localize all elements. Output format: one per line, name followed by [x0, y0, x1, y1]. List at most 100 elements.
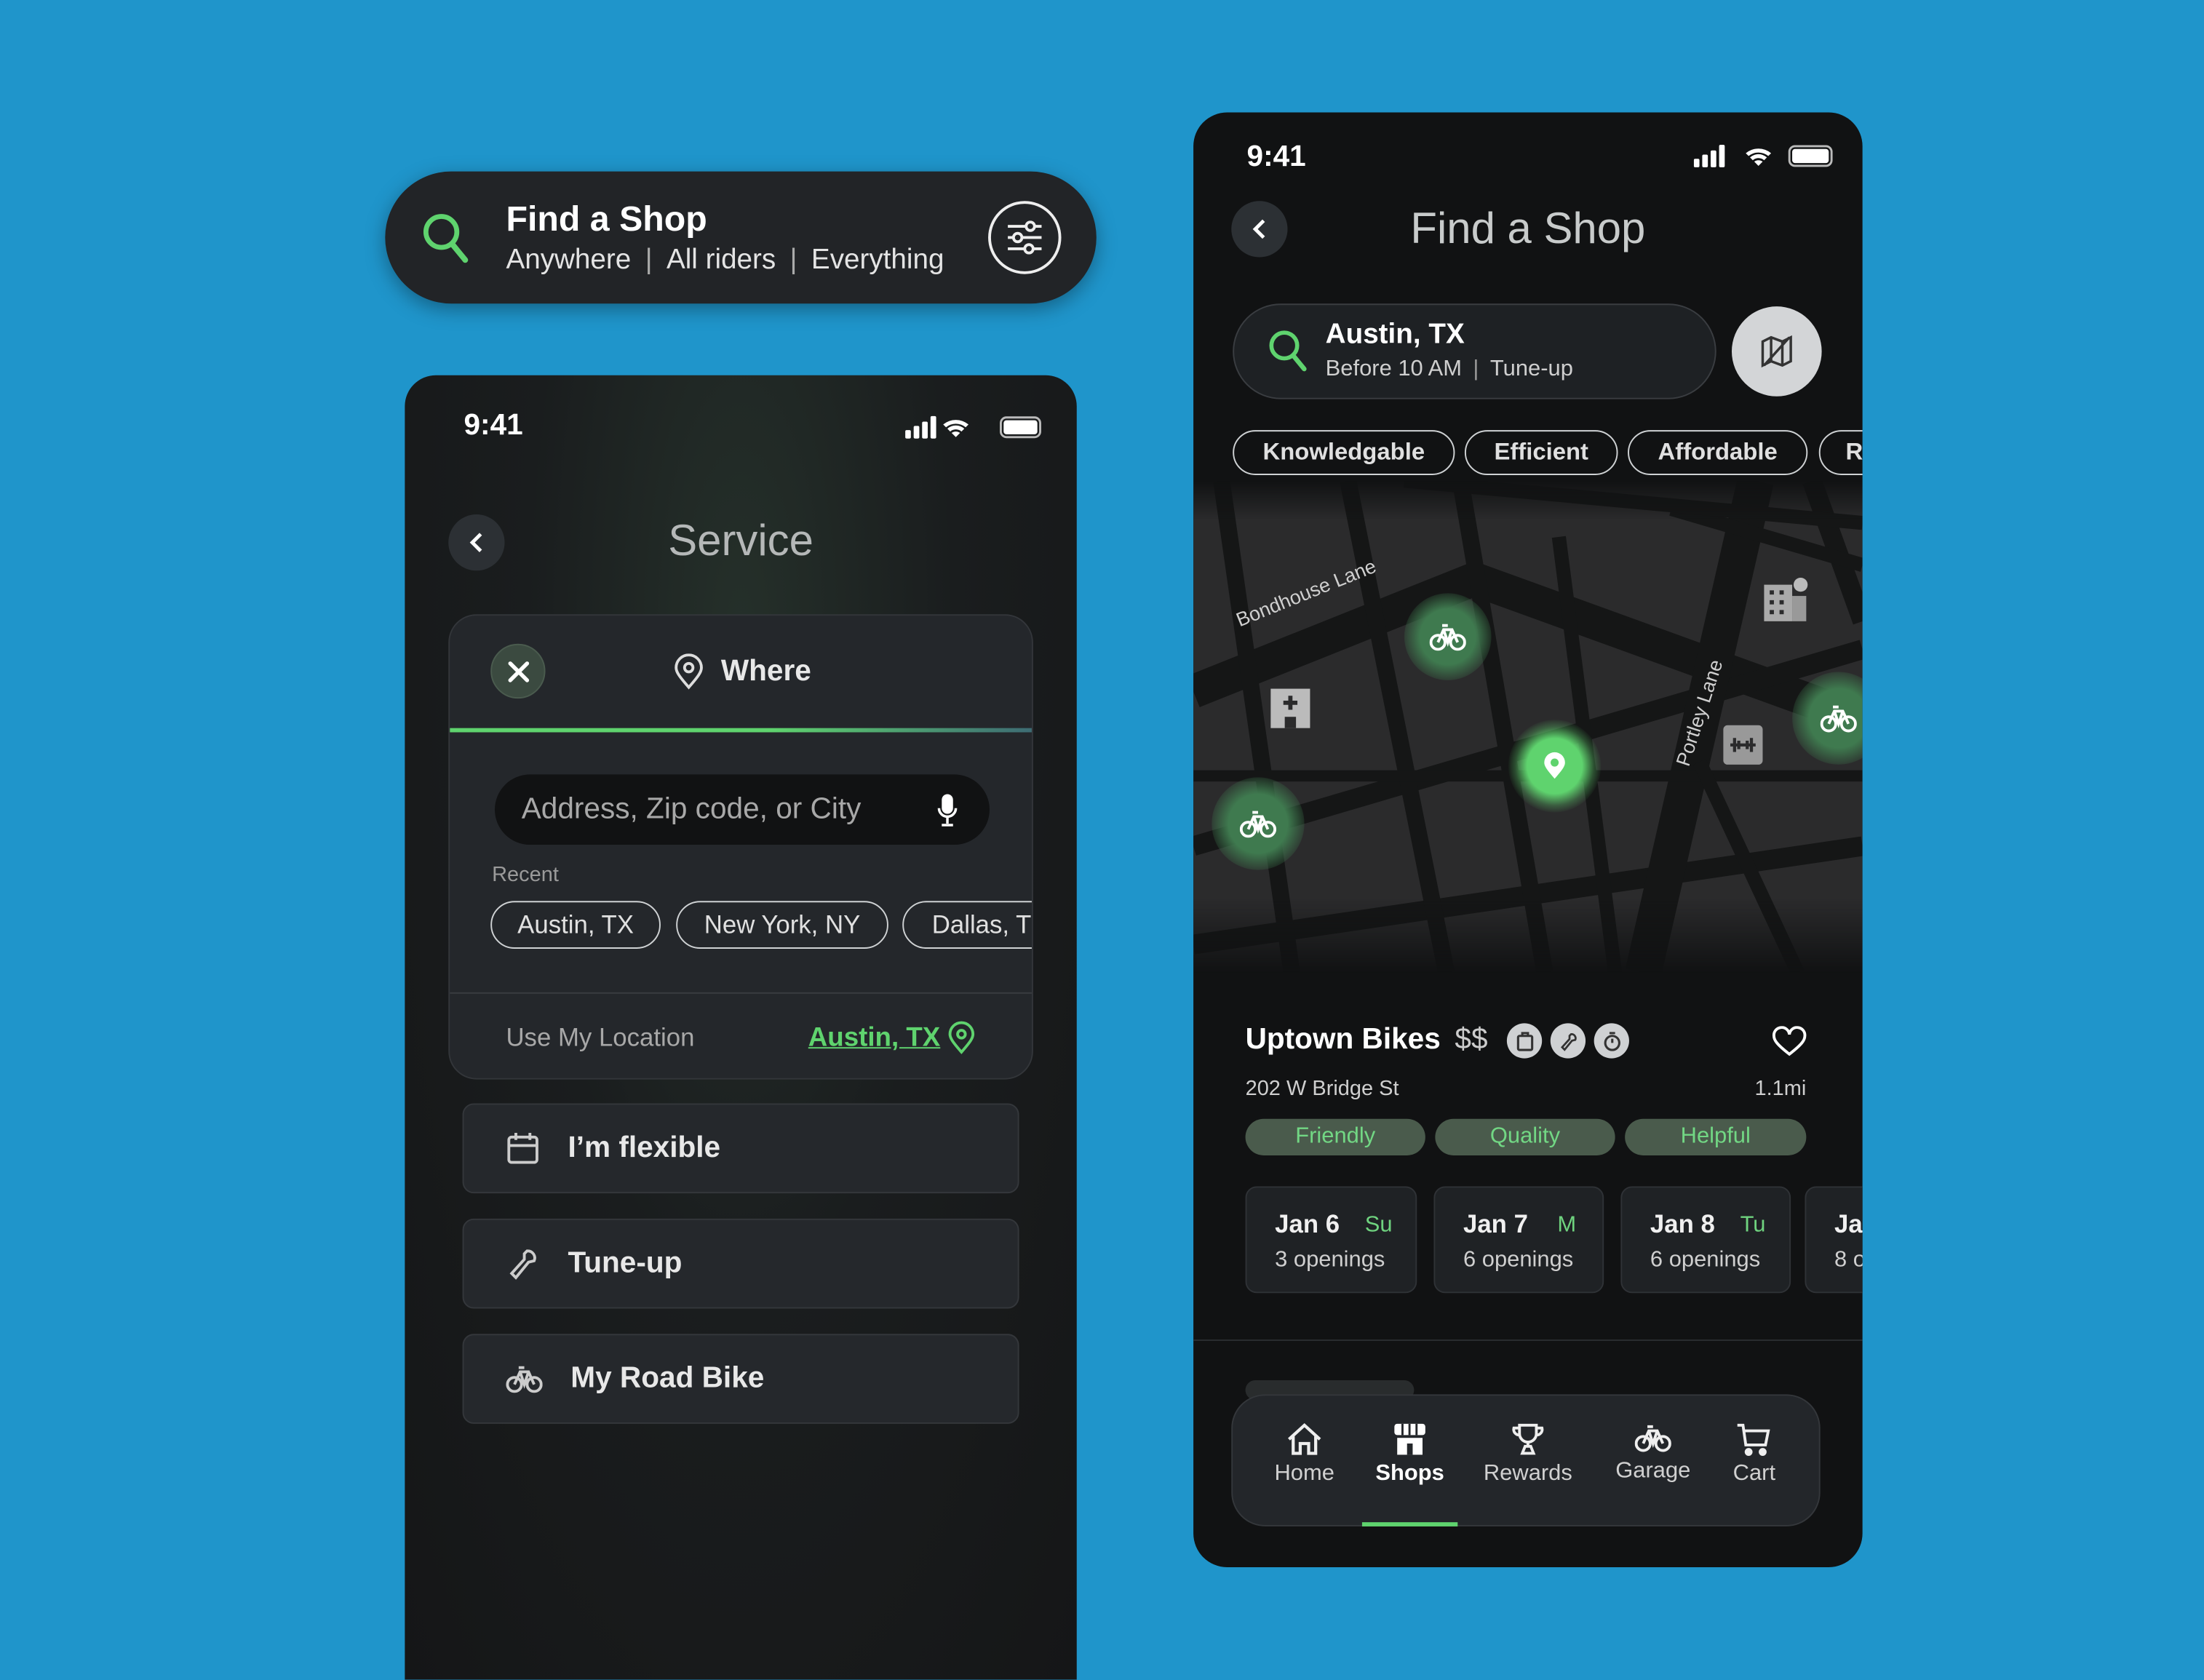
map[interactable]: Bondhouse Lane Portley Lane [1193, 480, 1863, 973]
trophy-icon [1512, 1423, 1544, 1455]
bike-icon [1634, 1425, 1671, 1452]
service-screen: 9:41 Service Where Address, Zip code, or… [405, 375, 1077, 1680]
bike-icon [1820, 705, 1857, 733]
address-placeholder: Address, Zip code, or City [521, 792, 862, 825]
slot-openings: 3 openings [1275, 1248, 1385, 1273]
slot-date: Jan 8 [1650, 1210, 1715, 1238]
search-icon [1269, 330, 1307, 372]
nav-garage[interactable]: Garage [1597, 1422, 1710, 1484]
active-nav-indicator [1361, 1522, 1458, 1526]
search-service: Tune-up [1489, 357, 1573, 381]
page-title: Service [668, 515, 813, 565]
date-slot[interactable]: Jan 9W8 openings [1805, 1186, 1863, 1294]
status-icons [905, 415, 1041, 439]
search-icon [423, 214, 469, 263]
map-toggle-button[interactable] [1731, 306, 1822, 397]
find-shop-screen: 9:41 Find a Shop Austin, TX Before 10 AM… [1193, 112, 1863, 1567]
slot-weekday: M [1557, 1213, 1577, 1237]
slot-openings: 6 openings [1650, 1248, 1761, 1273]
slot-weekday: Su [1364, 1213, 1393, 1237]
subtitle-everything: Everything [811, 244, 944, 276]
microphone-icon[interactable] [936, 793, 959, 829]
nav-label: Rewards [1483, 1462, 1572, 1486]
nav-label: Home [1274, 1462, 1334, 1486]
address-input[interactable]: Address, Zip code, or City [494, 774, 990, 845]
location-pin-icon [675, 653, 703, 690]
option-bike[interactable]: My Road Bike [462, 1334, 1019, 1424]
subtitle-riders: All riders [666, 244, 776, 276]
nav-cart[interactable]: Cart [1698, 1422, 1811, 1487]
slot-date: Jan 7 [1463, 1210, 1528, 1238]
filter-button[interactable] [988, 201, 1062, 274]
shop-tag: Helpful [1625, 1118, 1807, 1155]
slot-weekday: Tu [1740, 1213, 1766, 1237]
shop-icon [1394, 1423, 1425, 1455]
bike-icon [506, 1366, 543, 1393]
slot-openings: 6 openings [1463, 1248, 1574, 1273]
stopwatch-icon [1594, 1023, 1629, 1059]
map-off-icon [1761, 335, 1792, 368]
active-tab-indicator [450, 728, 1032, 733]
nav-rewards[interactable]: Rewards [1472, 1422, 1585, 1487]
cart-icon [1737, 1423, 1770, 1456]
hospital-icon [1270, 688, 1310, 728]
search-time: Before 10 AM [1325, 357, 1462, 381]
nav-label: Garage [1615, 1459, 1691, 1484]
where-title: Where [720, 655, 811, 688]
filter-chip[interactable]: Affordable [1628, 430, 1808, 475]
bike-shop-marker[interactable] [1404, 593, 1492, 680]
pill-subtitle: Anywhere | All riders | Everything [506, 244, 944, 276]
slot-date: Jan 9 [1834, 1210, 1863, 1238]
heart-icon[interactable] [1771, 1026, 1807, 1056]
nav-shops[interactable]: Shops [1353, 1422, 1466, 1487]
filter-chip[interactable]: Knowledgable [1233, 430, 1455, 475]
wrench-icon [1550, 1023, 1586, 1059]
shop-tag: Quality [1435, 1118, 1615, 1155]
option-label: I’m flexible [568, 1131, 721, 1164]
date-slot[interactable]: Jan 7 M 6 openings [1433, 1186, 1604, 1294]
divider [1193, 1339, 1863, 1341]
search-location: Austin, TX [1325, 319, 1465, 351]
location-pin-icon [1544, 752, 1565, 779]
option-flexible[interactable]: I’m flexible [462, 1103, 1019, 1194]
gym-icon [1723, 725, 1763, 765]
where-card: Where Address, Zip code, or City Recent … [448, 614, 1033, 1080]
option-label: My Road Bike [570, 1361, 765, 1395]
slot-openings: 8 openings [1834, 1248, 1863, 1273]
bike-icon [1239, 811, 1277, 838]
filter-sliders-icon [1008, 220, 1042, 255]
status-time: 9:41 [1246, 140, 1306, 173]
bike-icon [1429, 624, 1466, 651]
calendar-icon [507, 1133, 538, 1164]
slot-date: Jan 6 [1275, 1210, 1340, 1238]
date-slot[interactable]: Jan 6 Su 3 openings [1245, 1186, 1417, 1294]
option-tune-up[interactable]: Tune-up [462, 1218, 1019, 1309]
subtitle-anywhere: Anywhere [506, 244, 632, 276]
filter-chip[interactable]: Efficient [1464, 430, 1618, 475]
shop-distance: 1.1mi [1754, 1076, 1807, 1101]
current-location-link[interactable]: Austin, TX [808, 1023, 940, 1054]
search-details: Before 10 AM | Tune-up [1325, 357, 1573, 381]
bike-shop-marker[interactable] [1212, 777, 1305, 870]
recent-chip[interactable]: New York, NY [676, 901, 888, 949]
date-slot[interactable]: Jan 8 Tu 6 openings [1620, 1186, 1791, 1294]
shop-address: 202 W Bridge St [1245, 1076, 1399, 1101]
current-location-marker[interactable] [1508, 720, 1602, 813]
recent-label: Recent [492, 863, 559, 887]
divider [450, 992, 1032, 994]
recent-chip[interactable]: Dallas, TX [902, 901, 1032, 949]
location-pin-icon[interactable] [947, 1020, 976, 1055]
nav-home[interactable]: Home [1248, 1422, 1361, 1487]
recent-chip[interactable]: Austin, TX [490, 901, 661, 949]
nav-label: Shops [1375, 1462, 1444, 1486]
option-label: Tune-up [568, 1246, 683, 1279]
home-icon [1288, 1422, 1321, 1455]
shop-name[interactable]: Uptown Bikes [1246, 1023, 1441, 1056]
bag-icon [1506, 1023, 1543, 1059]
filter-chip[interactable]: R [1818, 430, 1863, 475]
shop-search-bar[interactable]: Austin, TX Before 10 AM | Tune-up [1233, 303, 1716, 399]
wrench-icon [509, 1249, 536, 1280]
pill-title: Find a Shop [506, 199, 707, 239]
find-shop-search-pill[interactable]: Find a Shop Anywhere | All riders | Everythi… [385, 171, 1097, 304]
status-time: 9:41 [464, 409, 523, 442]
